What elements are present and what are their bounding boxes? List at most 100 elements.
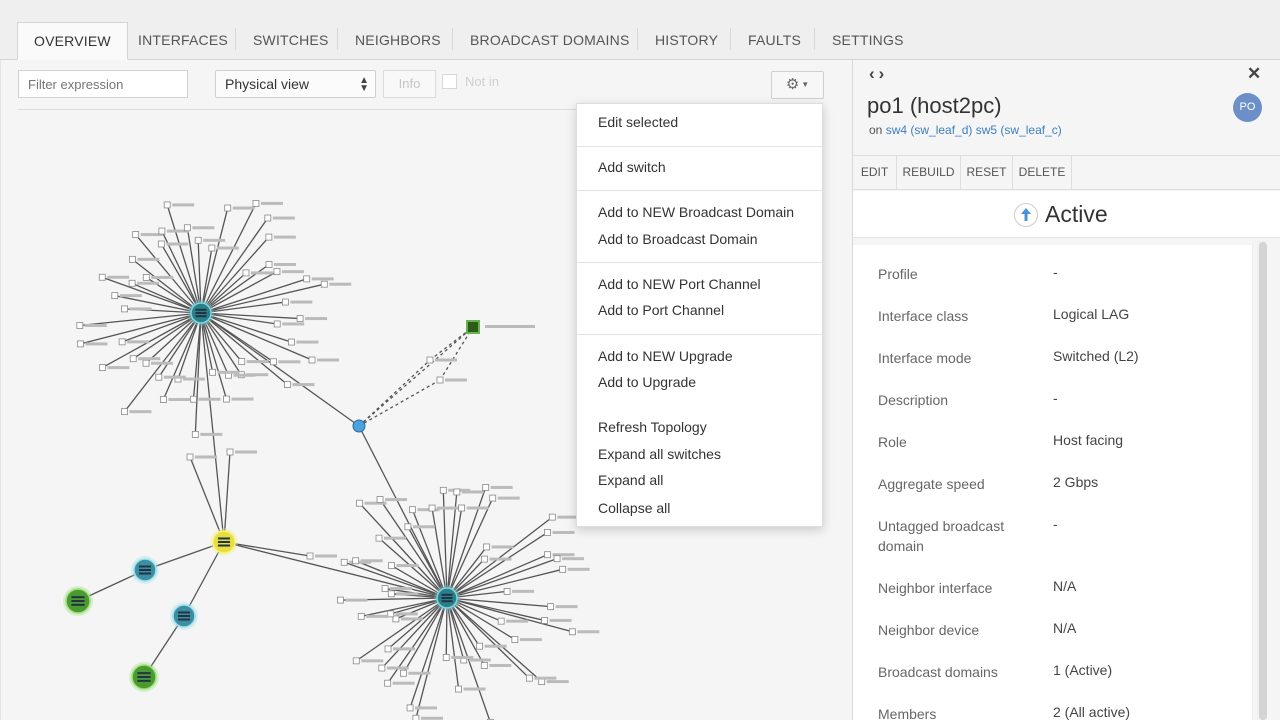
port-label-stub (260, 201, 283, 205)
switch-node-icon (177, 611, 191, 614)
reset-button[interactable]: RESET (961, 156, 1013, 189)
graph-edge (200, 312, 225, 543)
port-node (159, 396, 167, 403)
menu-refresh-topology[interactable]: Refresh Topology (598, 419, 707, 435)
port-node (308, 356, 316, 364)
port-label-stub (217, 370, 240, 374)
menu-add-upgrade[interactable]: Add to Upgrade (598, 374, 696, 390)
tab-overview[interactable]: OVERVIEW (17, 22, 128, 60)
menu-add-new-broadcast-domain[interactable]: Add to NEW Broadcast Domain (598, 204, 794, 220)
arrow-up-icon (1014, 203, 1038, 227)
port-label-stub (466, 506, 489, 510)
port-label-stub (151, 275, 174, 279)
nav-arrows[interactable]: ‹› (869, 64, 888, 84)
switch-node-icon (217, 537, 231, 540)
chevron-left-icon[interactable]: ‹ (869, 64, 879, 83)
switch-node-icon (71, 603, 85, 606)
port-node (483, 543, 491, 551)
port-node (306, 552, 314, 560)
menu-add-new-upgrade[interactable]: Add to NEW Upgrade (598, 348, 733, 364)
prop-label: Description (878, 392, 949, 408)
tab-faults[interactable]: FAULTS (748, 22, 801, 60)
graph-edge (446, 516, 553, 599)
action-bar: EDIT REBUILD RESET DELETE (853, 155, 1280, 190)
port-node (476, 642, 483, 650)
port-label-stub (251, 271, 274, 275)
menu-edit-selected[interactable]: Edit selected (598, 114, 678, 130)
port-node (142, 359, 150, 367)
scrollbar-thumb[interactable] (1259, 242, 1267, 720)
menu-add-switch[interactable]: Add switch (598, 159, 666, 175)
port-label-stub (412, 525, 435, 529)
port-label-stub (107, 366, 130, 370)
menu-expand-all-switches[interactable]: Expand all switches (598, 446, 721, 462)
tab-divider (730, 28, 731, 50)
port-label-stub (393, 647, 416, 651)
port-node (158, 227, 166, 235)
menu-collapse-all[interactable]: Collapse all (598, 500, 670, 516)
prop-label: Interface mode (878, 350, 972, 366)
prop-value: N/A (1053, 578, 1077, 594)
menu-add-port-channel[interactable]: Add to Port Channel (598, 302, 724, 318)
chevron-right-icon[interactable]: › (879, 64, 889, 83)
rebuild-button[interactable]: REBUILD (897, 156, 961, 189)
switch-node-icon (71, 600, 85, 602)
switch-node-icon (71, 596, 85, 599)
port-label-stub (491, 545, 514, 549)
port-label-stub (172, 203, 195, 207)
port-label-stub (417, 508, 440, 512)
menu-add-broadcast-domain[interactable]: Add to Broadcast Domain (598, 231, 758, 247)
port-node (352, 557, 360, 565)
port-label-stub (360, 559, 383, 563)
prop-label: Role (878, 434, 907, 450)
port-label-stub (290, 300, 313, 304)
tab-neighbors[interactable]: NEIGHBORS (355, 22, 441, 60)
close-icon[interactable]: ✕ (1247, 64, 1261, 84)
port-label-stub (562, 557, 585, 561)
port-node (455, 685, 462, 693)
port-label-stub (129, 410, 152, 414)
port-label-stub (282, 322, 305, 326)
port-node (375, 534, 383, 542)
switch-link-1[interactable]: sw4 (sw_leaf_d) (886, 123, 973, 137)
tab-interfaces[interactable]: INTERFACES (138, 22, 228, 60)
switch-link-2[interactable]: sw5 (sw_leaf_c) (976, 123, 1062, 137)
port-label-stub (195, 455, 217, 459)
tab-switches[interactable]: SWITCHES (253, 22, 329, 60)
port-label-stub (107, 275, 130, 279)
switch-node-icon (441, 597, 453, 599)
tab-settings[interactable]: SETTINGS (832, 22, 904, 60)
port-node (442, 654, 450, 661)
port-node (482, 484, 490, 491)
port-node (121, 305, 128, 313)
menu-add-new-port-channel[interactable]: Add to NEW Port Channel (598, 276, 761, 292)
port-label-stub (555, 605, 578, 609)
edit-button[interactable]: EDIT (853, 156, 897, 189)
port-node (296, 315, 304, 322)
switch-node-icon (217, 541, 231, 543)
port-label-stub (385, 498, 408, 502)
prop-value: - (1053, 264, 1058, 280)
tab-history[interactable]: HISTORY (655, 22, 718, 60)
port-node (409, 506, 416, 514)
graph-edge (166, 204, 202, 314)
port-channel-node (352, 419, 366, 433)
port-node (142, 274, 150, 281)
graph-edge (358, 359, 431, 427)
port-node (132, 231, 140, 238)
port-node (480, 662, 488, 669)
tab-divider (637, 28, 638, 50)
delete-button[interactable]: DELETE (1013, 156, 1072, 189)
properties-list: Profile - Interface class Logical LAG In… (853, 245, 1253, 720)
menu-expand-all[interactable]: Expand all (598, 472, 663, 488)
port-node (157, 240, 165, 248)
port-node (481, 555, 488, 563)
prop-label: Aggregate speed (878, 476, 985, 492)
port-node (387, 610, 395, 618)
port-node (548, 513, 556, 521)
tab-broadcast-domains[interactable]: BROADCAST DOMAINS (470, 22, 630, 60)
port-node (129, 355, 137, 363)
port-label-stub (489, 663, 512, 667)
port-label-stub (296, 340, 319, 344)
port-label-stub (512, 589, 535, 593)
